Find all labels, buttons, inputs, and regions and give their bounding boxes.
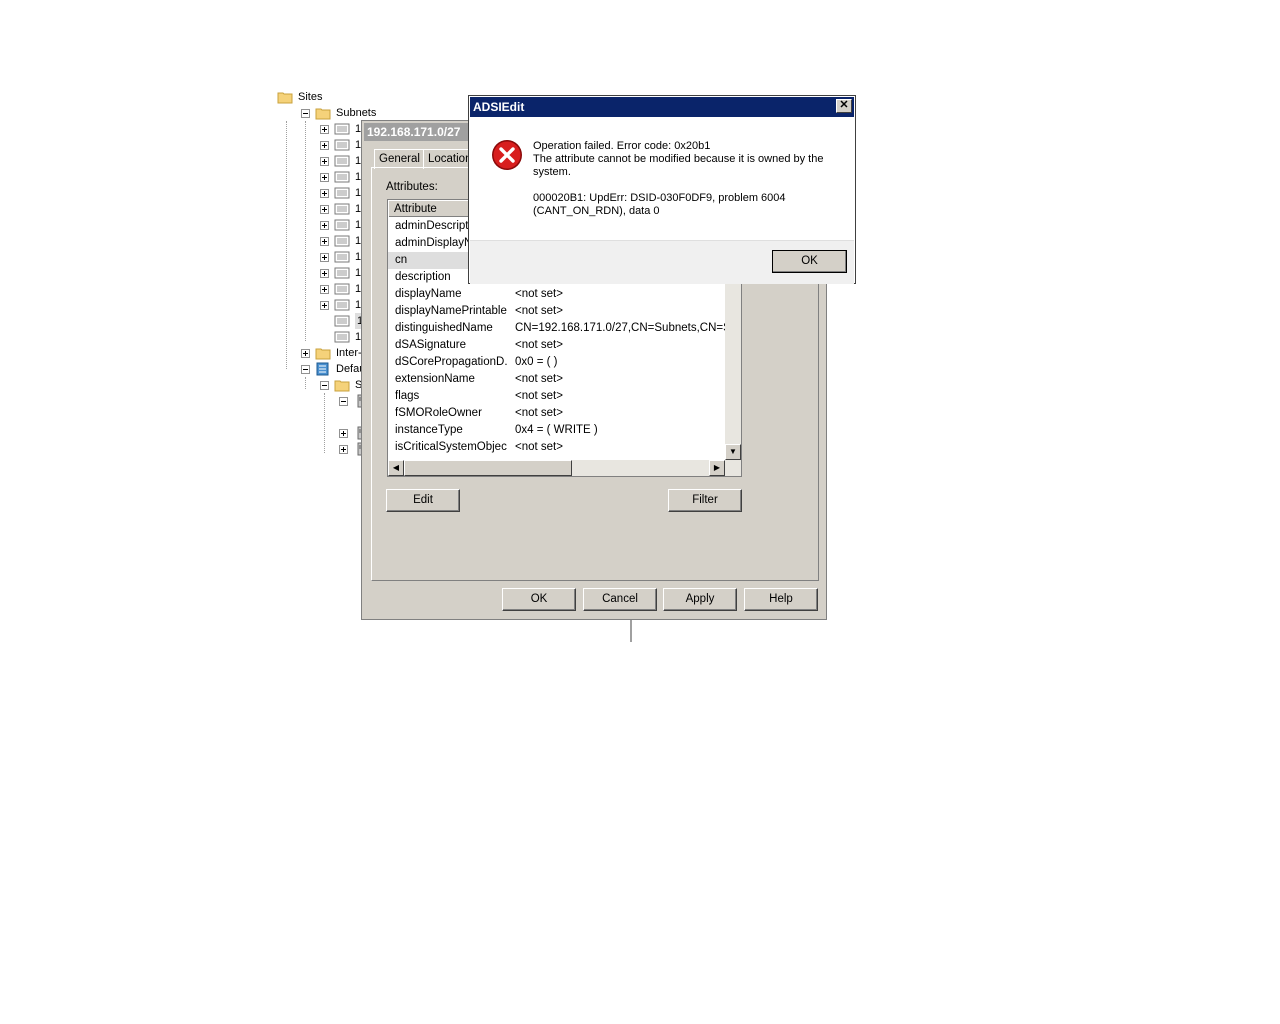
error-line-3: 000020B1: UpdErr: DSID-030F0DF9, problem… — [533, 192, 786, 217]
expand-plus-icon[interactable] — [320, 221, 329, 230]
subnet-icon — [334, 250, 350, 264]
folder-icon — [277, 90, 293, 104]
subnet-icon — [334, 282, 350, 296]
collapse-minus-icon[interactable] — [301, 109, 310, 118]
close-icon[interactable]: ✕ — [836, 99, 852, 113]
attribute-value: CN=192.168.171.0/27,CN=Subnets,CN=Site — [515, 322, 725, 334]
attribute-row[interactable]: flags <not set> — [388, 388, 726, 405]
collapse-minus-icon[interactable] — [320, 381, 329, 390]
attribute-name: instanceType — [395, 424, 463, 436]
attribute-name: flags — [395, 390, 420, 402]
tree-guide-line — [286, 121, 287, 369]
attribute-name: displayNamePrintable — [395, 305, 507, 317]
edit-button[interactable]: Edit — [386, 489, 460, 512]
tree-node-label: Sites — [298, 91, 323, 103]
scroll-down-button[interactable]: ▼ — [725, 444, 741, 460]
attribute-value: <not set> — [515, 390, 563, 402]
attribute-row[interactable]: displayName <not set> — [388, 286, 726, 303]
subnet-icon — [334, 266, 350, 280]
attribute-value: 0x0 = ( ) — [515, 356, 558, 368]
expand-plus-icon[interactable] — [320, 269, 329, 278]
subnet-icon — [334, 298, 350, 312]
attribute-value: <not set> — [515, 407, 563, 419]
subnet-icon — [334, 154, 350, 168]
apply-button[interactable]: Apply — [663, 588, 737, 611]
collapse-minus-icon[interactable] — [339, 397, 348, 406]
expand-plus-icon[interactable] — [320, 237, 329, 246]
expand-plus-icon[interactable] — [320, 253, 329, 262]
expand-plus-icon[interactable] — [320, 125, 329, 134]
expand-plus-icon[interactable] — [301, 349, 310, 358]
error-line-2: The attribute cannot be modified because… — [533, 153, 824, 178]
scroll-right-button[interactable]: ▶ — [709, 460, 725, 476]
subnet-icon — [334, 186, 350, 200]
attribute-row[interactable]: fSMORoleOwner <not set> — [388, 405, 726, 422]
tree-guide-line — [324, 393, 325, 453]
attribute-value: <not set> — [515, 339, 563, 351]
attribute-row[interactable]: dSCorePropagationD... 0x0 = ( ) — [388, 354, 726, 371]
expand-plus-icon[interactable] — [339, 445, 348, 454]
folder-icon — [315, 106, 331, 120]
error-line-1: Operation failed. Error code: 0x20b1 — [533, 140, 711, 152]
site-icon — [315, 362, 331, 376]
attribute-value: 0x4 = ( WRITE ) — [515, 424, 598, 436]
subnet-icon — [334, 202, 350, 216]
subnet-icon — [334, 330, 350, 344]
expand-plus-icon[interactable] — [320, 141, 329, 150]
expand-plus-icon[interactable] — [320, 173, 329, 182]
attribute-row[interactable]: instanceType 0x4 = ( WRITE ) — [388, 422, 726, 439]
expand-plus-icon[interactable] — [320, 301, 329, 310]
subnet-icon — [334, 138, 350, 152]
expand-plus-icon[interactable] — [320, 189, 329, 198]
horizontal-scrollbar[interactable]: ◀ ▶ — [388, 460, 741, 476]
expand-plus-icon[interactable] — [320, 205, 329, 214]
subnet-icon — [334, 218, 350, 232]
subnet-icon — [334, 122, 350, 136]
folder-icon — [315, 346, 331, 360]
subnet-icon — [334, 234, 350, 248]
tree-node-label: Subnets — [336, 107, 377, 119]
scroll-left-button[interactable]: ◀ — [388, 460, 404, 476]
attribute-name: dSASignature — [395, 339, 466, 351]
error-message: Operation failed. Error code: 0x20b1 The… — [533, 140, 833, 218]
help-button[interactable]: Help — [744, 588, 818, 611]
attribute-value: <not set> — [515, 288, 563, 300]
expand-plus-icon[interactable] — [320, 285, 329, 294]
filter-button[interactable]: Filter — [668, 489, 742, 512]
attribute-name: fSMORoleOwner — [395, 407, 482, 419]
attribute-row[interactable]: isCriticalSystemObject <not set> — [388, 439, 726, 456]
attribute-name: displayName — [395, 288, 462, 300]
attribute-value: <not set> — [515, 305, 563, 317]
error-icon — [492, 140, 522, 170]
attribute-row[interactable]: displayNamePrintable <not set> — [388, 303, 726, 320]
error-dialog-footer: OK — [470, 240, 854, 284]
attribute-name: dSCorePropagationD... — [395, 356, 507, 368]
attribute-row[interactable]: extensionName <not set> — [388, 371, 726, 388]
expand-plus-icon[interactable] — [320, 157, 329, 166]
attribute-row[interactable]: distinguishedName CN=192.168.171.0/27,CN=… — [388, 320, 726, 337]
tab-general[interactable]: General — [374, 149, 425, 169]
error-dialog-title[interactable]: ADSIEdit — [470, 97, 854, 117]
subnet-icon — [334, 314, 350, 328]
cancel-button[interactable]: Cancel — [583, 588, 657, 611]
error-ok-button[interactable]: OK — [772, 250, 847, 273]
collapse-minus-icon[interactable] — [301, 365, 310, 374]
splitter-line — [630, 620, 632, 642]
ok-button[interactable]: OK — [502, 588, 576, 611]
attributes-label: Attributes: — [386, 181, 438, 193]
folder-icon — [334, 378, 350, 392]
attribute-name: distinguishedName — [395, 322, 493, 334]
horizontal-scroll-thumb[interactable] — [404, 460, 572, 476]
tree-guide-line — [305, 121, 306, 341]
error-dialog: ADSIEdit ✕ Operation failed. Error code:… — [468, 95, 856, 284]
attribute-name: isCriticalSystemObject — [395, 441, 507, 453]
attribute-value: <not set> — [515, 373, 563, 385]
tree-guide-line — [305, 377, 306, 389]
attribute-name: extensionName — [395, 373, 475, 385]
subnet-icon — [334, 170, 350, 184]
attribute-row[interactable]: dSASignature <not set> — [388, 337, 726, 354]
attribute-value: <not set> — [515, 441, 563, 453]
expand-plus-icon[interactable] — [339, 429, 348, 438]
